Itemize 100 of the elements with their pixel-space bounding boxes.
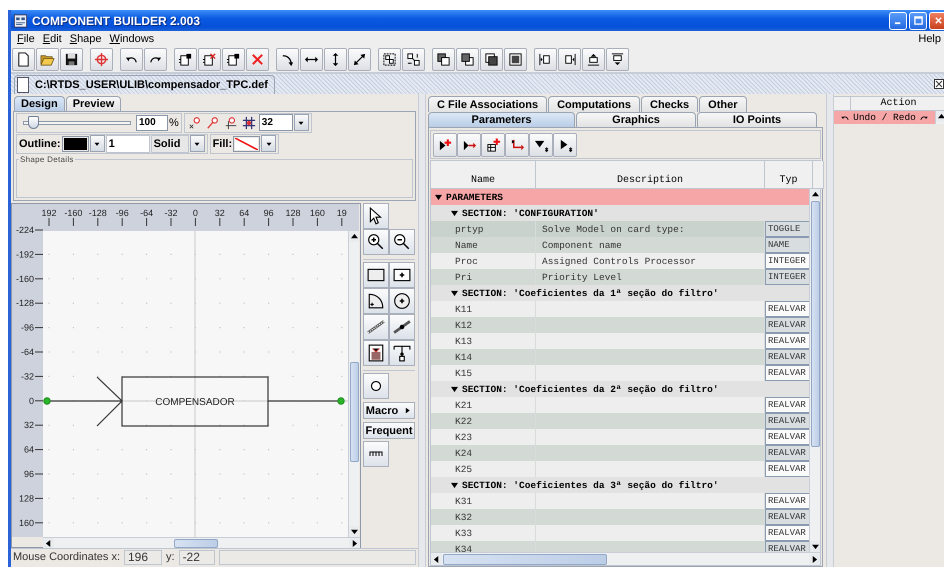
table-row[interactable]: K31 REALVAR xyxy=(431,493,809,509)
table-row[interactable]: K24 REALVAR xyxy=(431,445,809,461)
column-header[interactable]: Name xyxy=(431,161,536,189)
type-field[interactable]: REALVAR xyxy=(765,397,809,413)
type-field[interactable]: REALVAR xyxy=(765,301,809,317)
table-row[interactable]: K13 REALVAR xyxy=(431,333,809,349)
line-style-dropdown[interactable]: Solid xyxy=(150,134,189,152)
collapse-arrow-icon[interactable] xyxy=(451,482,458,488)
type-field[interactable]: REALVAR xyxy=(765,349,809,365)
type-field[interactable]: REALVAR xyxy=(765,413,809,429)
line-tool-button[interactable] xyxy=(363,314,389,340)
tab[interactable]: Preview xyxy=(66,96,122,111)
expand-all-button[interactable] xyxy=(553,133,577,157)
maximize-button[interactable] xyxy=(909,12,927,30)
pulse-tool-button[interactable] xyxy=(363,441,389,467)
slider-thumb[interactable] xyxy=(28,116,39,129)
type-field[interactable]: REALVAR xyxy=(765,525,809,541)
point-tool-button[interactable] xyxy=(389,262,415,288)
tab[interactable]: Parameters xyxy=(428,112,575,127)
frequent-button[interactable]: Frequent xyxy=(363,422,415,439)
align-right-button[interactable] xyxy=(558,48,581,71)
action-row[interactable]: Undo / Redo xyxy=(834,111,935,124)
column-header[interactable]: Typ xyxy=(765,161,813,189)
vertical-scrollbar[interactable] xyxy=(935,111,944,124)
table-row[interactable]: K22 REALVAR xyxy=(431,413,809,429)
tab[interactable]: Design xyxy=(14,96,65,111)
collapse-all-button[interactable] xyxy=(529,133,553,157)
connector-tool-button[interactable] xyxy=(389,340,415,366)
table-row[interactable]: K34 REALVAR xyxy=(431,541,809,552)
grid-button[interactable] xyxy=(240,114,258,131)
dropdown-button[interactable] xyxy=(294,114,309,131)
zoom-out-tool-button[interactable] xyxy=(389,229,415,255)
type-field[interactable]: INTEGER xyxy=(765,253,809,269)
collapse-arrow-icon[interactable] xyxy=(451,290,458,296)
crosshair-button[interactable] xyxy=(90,48,113,71)
table-row[interactable]: K15 REALVAR xyxy=(431,365,809,381)
curved-arrow-button[interactable] xyxy=(276,48,299,71)
move-button[interactable] xyxy=(505,133,529,157)
zoom-in-tool-button[interactable] xyxy=(363,229,389,255)
tab[interactable]: Other xyxy=(699,96,746,112)
dropdown-button[interactable] xyxy=(190,135,205,152)
minimize-button[interactable] xyxy=(889,12,907,30)
node-tool-button[interactable] xyxy=(363,373,389,399)
arc-tool-button[interactable] xyxy=(363,288,389,314)
fill-swatch[interactable] xyxy=(233,136,260,152)
undo-button[interactable] xyxy=(120,48,143,71)
menu-item[interactable]: Shape xyxy=(66,33,106,45)
image-tool-button[interactable] xyxy=(363,340,389,366)
menu-item[interactable]: Edit xyxy=(38,33,66,45)
table-row[interactable]: K21 REALVAR xyxy=(431,397,809,413)
type-field[interactable]: REALVAR xyxy=(765,429,809,445)
column-header[interactable]: Description xyxy=(536,161,765,189)
tab[interactable]: C File Associations xyxy=(428,96,548,112)
table-row[interactable]: K23 REALVAR xyxy=(431,429,809,445)
circle-tool-button[interactable] xyxy=(389,288,415,314)
dropdown-button[interactable] xyxy=(90,135,105,152)
component-button[interactable] xyxy=(174,48,197,71)
type-field[interactable]: REALVAR xyxy=(765,365,809,381)
table-row[interactable]: Pri Priority Level INTEGER xyxy=(431,269,809,285)
table-row[interactable]: Proc Assigned Controls Processor INTEGER xyxy=(431,253,809,269)
type-field[interactable]: REALVAR xyxy=(765,509,809,525)
component-button[interactable] xyxy=(222,48,245,71)
horizontal-arrows-button[interactable] xyxy=(300,48,323,71)
width-field[interactable]: 1 xyxy=(106,134,150,152)
line-point-tool-button[interactable] xyxy=(389,314,415,340)
type-field[interactable]: REALVAR xyxy=(765,461,809,477)
rectangle-tool-button[interactable] xyxy=(363,262,389,288)
open-folder-button[interactable] xyxy=(36,48,59,71)
type-field[interactable]: REALVAR xyxy=(765,541,809,552)
scroll-thumb[interactable] xyxy=(443,554,607,564)
insert-button[interactable] xyxy=(457,133,481,157)
scroll-thumb[interactable] xyxy=(810,201,820,447)
type-field[interactable]: REALVAR xyxy=(765,445,809,461)
align-top-button[interactable] xyxy=(582,48,605,71)
table-row[interactable]: Name Component name NAME xyxy=(431,237,809,253)
collapse-arrow-icon[interactable] xyxy=(435,194,442,200)
ungroup-button[interactable] xyxy=(402,48,425,71)
macro-button[interactable]: Macro xyxy=(363,402,415,419)
color-swatch[interactable] xyxy=(62,136,89,152)
diagonal-arrows-button[interactable] xyxy=(348,48,371,71)
collapse-arrow-icon[interactable] xyxy=(451,386,458,392)
zoom-slider[interactable] xyxy=(23,115,131,130)
vertical-arrows-button[interactable] xyxy=(324,48,347,71)
type-field[interactable]: REALVAR xyxy=(765,317,809,333)
menu-item[interactable]: Windows xyxy=(106,33,158,45)
send-back-button[interactable] xyxy=(456,48,479,71)
table-row[interactable]: K12 REALVAR xyxy=(431,317,809,333)
collapse-arrow-icon[interactable] xyxy=(451,210,458,216)
zoom-field[interactable]: 100 xyxy=(136,114,168,130)
tab[interactable]: IO Points xyxy=(697,112,817,127)
table-row[interactable]: K11 REALVAR xyxy=(431,301,809,317)
type-field[interactable]: TOGGLE xyxy=(765,221,809,237)
pointer-tool-button[interactable] xyxy=(363,203,389,229)
scroll-thumb[interactable] xyxy=(350,362,358,462)
delete-button[interactable] xyxy=(246,48,269,71)
component-remove-button[interactable] xyxy=(198,48,221,71)
type-field[interactable]: NAME xyxy=(765,237,809,253)
layer-button[interactable] xyxy=(504,48,527,71)
type-field[interactable]: REALVAR xyxy=(765,493,809,509)
group-button[interactable] xyxy=(378,48,401,71)
